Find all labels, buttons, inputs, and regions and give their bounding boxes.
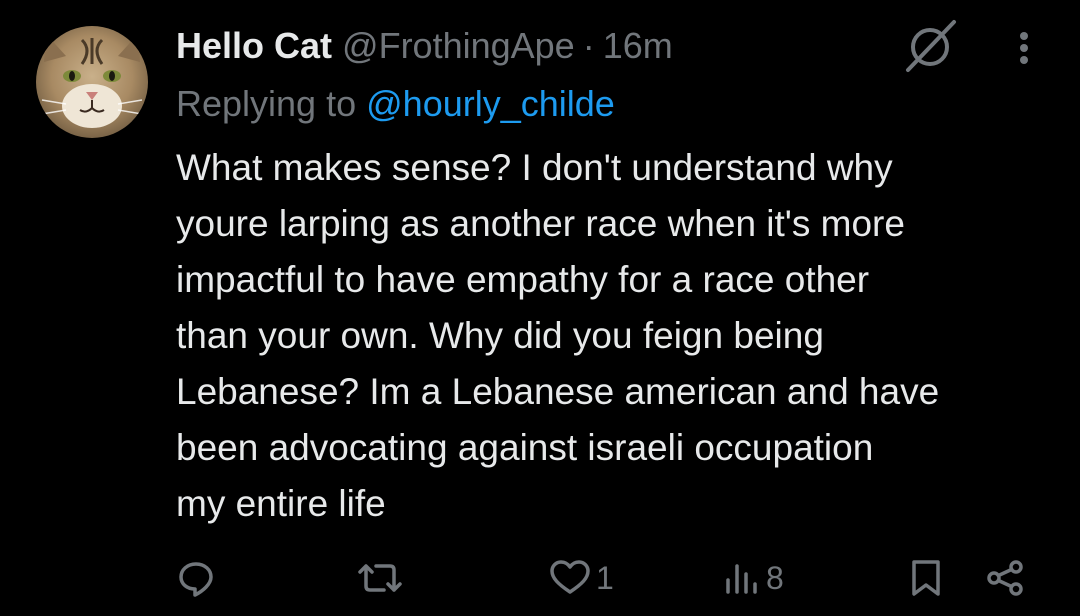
cat-face-avatar-icon <box>36 26 148 138</box>
tweet-text-line: youre larping as another race when it's … <box>176 203 905 244</box>
tweet-text-line: impactful to have empathy for a race oth… <box>176 259 870 300</box>
share-icon <box>987 560 1023 596</box>
tweet-text-line: been advocating against israeli occupati… <box>176 427 874 468</box>
analytics-icon <box>726 564 757 594</box>
like-count: 1 <box>596 559 614 596</box>
retweet-button[interactable] <box>356 548 404 608</box>
tweet-text-line: Lebanese? Im a Lebanese american and hav… <box>176 371 940 412</box>
reply-button[interactable] <box>176 548 216 608</box>
replying-to: Replying to @hourly_childe <box>176 78 615 130</box>
views-button[interactable]: 8 <box>722 548 784 608</box>
author-display-name[interactable]: Hello Cat <box>176 22 332 70</box>
tweet-header: Hello Cat @FrothingApe · 16m <box>176 22 673 70</box>
bookmark-button[interactable] <box>908 548 944 608</box>
retweet-icon <box>358 564 402 592</box>
heart-icon <box>550 560 590 594</box>
author-handle[interactable]: @FrothingApe <box>342 22 575 70</box>
tweet-text-line: than your own. Why did you feign being <box>176 315 824 356</box>
replying-to-handle-link[interactable]: @hourly_childe <box>366 83 615 124</box>
tweet-text-line: What makes sense? I don't understand why <box>176 147 893 188</box>
reply-icon <box>179 562 213 597</box>
like-button[interactable]: 1 <box>548 548 614 608</box>
separator-dot: · <box>582 25 595 66</box>
tweet-text: What makes sense? I don't understand why… <box>176 140 1056 532</box>
share-button[interactable] <box>984 548 1028 608</box>
timestamp[interactable]: 16m <box>603 22 673 70</box>
tweet-text-line: my entire life <box>176 483 386 524</box>
views-count: 8 <box>766 559 784 596</box>
avatar[interactable] <box>36 26 148 138</box>
verified-badge-icon[interactable] <box>900 18 960 74</box>
bookmark-icon <box>912 560 940 596</box>
more-options-icon[interactable] <box>1004 24 1044 72</box>
action-bar: 1 8 <box>0 548 1080 608</box>
replying-to-label: Replying to <box>176 83 357 124</box>
tweet[interactable]: Hello Cat @FrothingApe · 16m Replying to… <box>0 0 1080 616</box>
